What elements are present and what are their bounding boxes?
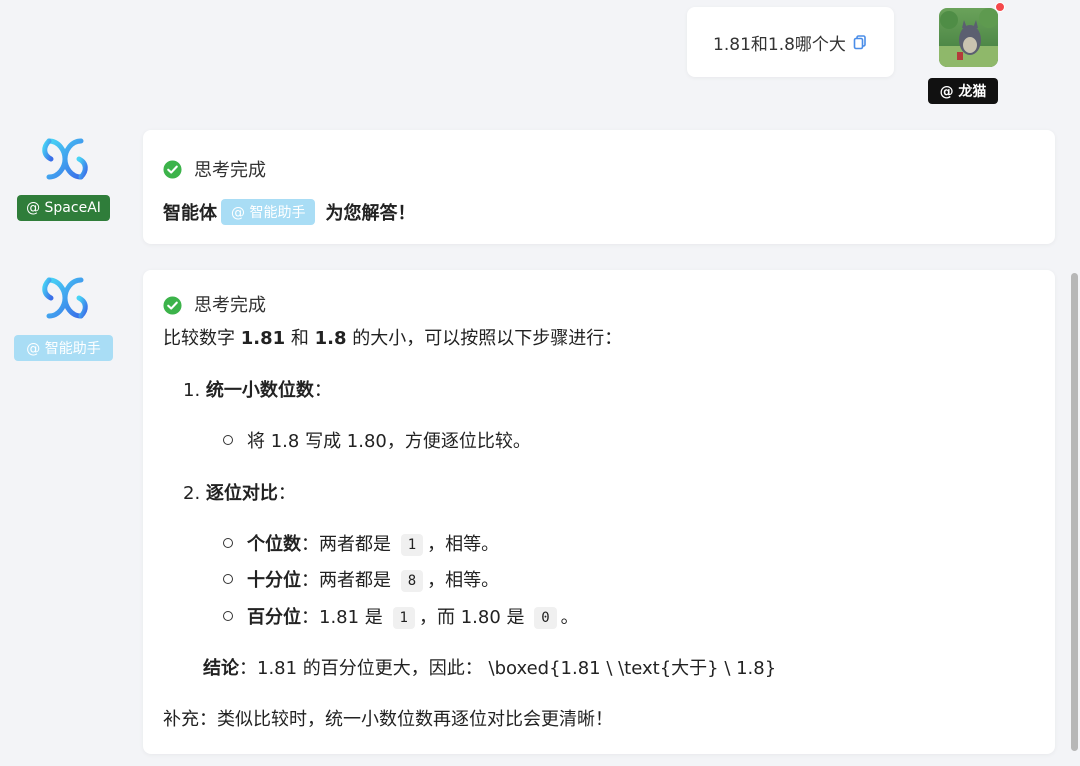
step-colon: ：: [313, 380, 332, 401]
step-1: 1. 统一小数位数：: [183, 382, 332, 400]
conclusion: 结论：1.81 的百分位更大，因此： \boxed{1.81 \ \text{大…: [203, 660, 776, 678]
item-label: 百分位: [247, 607, 301, 628]
inline-code: 8: [400, 570, 424, 592]
thinking-status: 思考完成: [163, 296, 266, 315]
item-text: ，相等。: [427, 570, 500, 591]
step-2: 2. 逐位对比：: [183, 485, 296, 503]
thinking-status: 思考完成: [163, 156, 266, 182]
number-1: 1.81: [240, 328, 286, 349]
thinking-status-label: 思考完成: [194, 294, 266, 316]
step-number: 2.: [183, 483, 201, 504]
supplement: 补充：类似比较时，统一小数位数再逐位对比会更清晰！: [163, 709, 613, 730]
item-text: ：两者都是: [301, 570, 397, 591]
intro-text: 和: [285, 328, 315, 349]
answer-intro: 比较数字 1.81 和 1.8 的大小，可以按照以下步骤进行：: [163, 330, 622, 348]
item-text: 。: [560, 607, 579, 628]
list-item: 个位数：两者都是 1 ，相等。: [223, 534, 499, 556]
copy-icon[interactable]: [852, 34, 868, 50]
step-1-item: 将 1.8 写成 1.80，方便逐位比较。: [223, 433, 531, 451]
inline-code: 1: [392, 607, 415, 629]
item-text: ：两者都是: [301, 534, 397, 555]
bullet-icon: [223, 538, 233, 548]
item-label: 个位数: [247, 534, 301, 555]
scrollbar-thumb[interactable]: [1071, 273, 1078, 751]
assistant-logo-icon[interactable]: [39, 272, 91, 324]
spaceai-tag: @ SpaceAI: [17, 195, 110, 221]
item-label: 十分位: [247, 570, 301, 591]
spaceai-logo-icon[interactable]: [39, 133, 91, 185]
step-item-text: 将 1.8 写成 1.80，方便逐位比较。: [247, 431, 531, 452]
conclusion-text: ：1.81 的百分位更大，因此： \boxed{1.81 \ \text{大于}…: [239, 658, 777, 679]
user-avatar[interactable]: [939, 8, 998, 67]
user-message-text: 1.81和1.8哪个大: [713, 34, 846, 55]
intro-text: 的大小，可以按照以下步骤进行：: [346, 328, 623, 349]
bullet-icon: [223, 611, 233, 621]
intro-after: 为您解答！: [325, 203, 416, 224]
inline-code: 1: [400, 534, 424, 556]
step-title: 统一小数位数: [205, 380, 314, 401]
list-item: 十分位：两者都是 8 ，相等。: [223, 570, 499, 592]
step-title: 逐位对比: [205, 483, 278, 504]
check-circle-icon: [163, 296, 182, 315]
check-circle-icon: [163, 159, 182, 179]
number-2: 1.8: [314, 328, 347, 349]
agent-intro: 智能体 @ 智能助手 为您解答！: [163, 199, 415, 225]
bullet-icon: [223, 574, 233, 584]
item-text: ，而 1.80 是: [418, 607, 531, 628]
inline-code: 0: [534, 607, 557, 629]
user-tag: @ 龙猫: [928, 78, 998, 104]
assistant-tag: @ 智能助手: [14, 335, 113, 361]
item-text: ，相等。: [427, 534, 500, 555]
message-card-spaceai: 思考完成 智能体 @ 智能助手 为您解答！: [143, 130, 1055, 244]
notification-dot: [995, 2, 1005, 12]
intro-text: 比较数字: [163, 328, 241, 349]
conclusion-label: 结论: [203, 658, 239, 679]
step-number: 1.: [183, 380, 201, 401]
thinking-status-label: 思考完成: [194, 160, 266, 181]
message-card-assistant: 思考完成 比较数字 1.81 和 1.8 的大小，可以按照以下步骤进行： 1. …: [143, 270, 1055, 754]
mention-tag[interactable]: @ 智能助手: [221, 199, 316, 225]
intro-before: 智能体: [163, 203, 217, 224]
list-item: 百分位：1.81 是 1 ，而 1.80 是 0。: [223, 607, 579, 629]
step-colon: ：: [277, 483, 296, 504]
item-text: ：1.81 是: [301, 607, 389, 628]
user-message-bubble: 1.81和1.8哪个大: [687, 7, 894, 77]
bullet-icon: [223, 435, 233, 445]
